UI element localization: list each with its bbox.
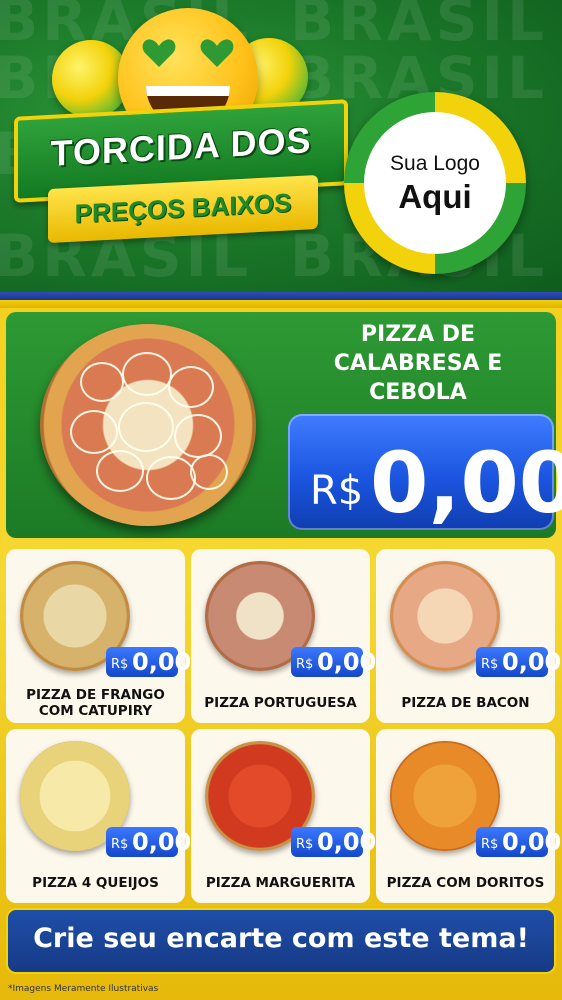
product-name: PIZZA PORTUGUESA <box>204 695 357 711</box>
cta-banner[interactable]: Crie seu encarte com este tema! <box>6 908 556 974</box>
price-value: 0,00 <box>132 648 192 676</box>
featured-product[interactable]: PIZZA DE CALABRESA E CEBOLA R$ 0,00 <box>6 312 562 538</box>
disclaimer-text: *Imagens Meramente Ilustrativas <box>8 984 159 994</box>
currency-symbol: R$ <box>296 657 314 672</box>
product-card-marguerita[interactable]: R$ 0,00 PIZZA MARGUERITA <box>191 729 376 903</box>
product-name: PIZZA DE FRANGO COM CATUPIRY <box>26 687 165 719</box>
cta-text: Crie seu encarte com este tema! <box>33 923 529 954</box>
heart-icon <box>200 39 234 67</box>
price-tag: R$ 0,00 <box>476 647 561 677</box>
product-card-bacon[interactable]: R$ 0,00 PIZZA DE BACON <box>376 549 561 723</box>
featured-price-tag: R$ 0,00 <box>288 414 562 532</box>
product-name: PIZZA COM DORITOS <box>386 875 545 891</box>
logo-placeholder[interactable]: Sua Logo Aqui <box>344 92 526 274</box>
currency-symbol: R$ <box>481 837 499 852</box>
product-name: PIZZA MARGUERITA <box>205 875 356 891</box>
featured-product-name: PIZZA DE CALABRESA E CEBOLA <box>333 322 503 405</box>
price-value: 0,00 <box>317 828 377 856</box>
currency-symbol: R$ <box>481 657 499 672</box>
product-card-frango[interactable]: R$ 0,00 PIZZA DE FRANGO COM CATUPIRY <box>6 549 191 723</box>
calabresa-pizza-image <box>40 324 256 526</box>
heart-icon <box>142 39 176 67</box>
product-card-portuguesa[interactable]: R$ 0,00 PIZZA PORTUGUESA <box>191 549 376 723</box>
currency-symbol: R$ <box>296 837 314 852</box>
price-tag: R$ 0,00 <box>291 827 376 857</box>
product-name: PIZZA DE BACON <box>401 695 530 711</box>
product-name: PIZZA 4 QUEIJOS <box>32 875 159 891</box>
currency-symbol: R$ <box>111 657 129 672</box>
price-value: 0,00 <box>502 828 562 856</box>
header-banner: BRASIL BRASIL BRASIL BRASIL BRASIL BRASI… <box>0 0 562 292</box>
price-tag: R$ 0,00 <box>476 827 561 857</box>
title-line-1: TORCIDA DOS <box>50 119 312 174</box>
currency-symbol: R$ <box>111 837 129 852</box>
logo-text-line1: Sua Logo <box>390 152 480 175</box>
currency-symbol: R$ <box>310 468 364 514</box>
logo-text-line2: Aqui <box>398 178 472 215</box>
title-line-2: PREÇOS BAIXOS <box>74 187 292 229</box>
logo-circle: Sua Logo Aqui <box>364 112 506 254</box>
price-value: 0,00 <box>317 648 377 676</box>
price-tag: R$ 0,00 <box>106 647 191 677</box>
price-value: 0,00 <box>370 434 562 532</box>
price-tag: R$ 0,00 <box>291 647 376 677</box>
divider-stripe <box>0 292 562 308</box>
price-tag: R$ 0,00 <box>106 827 191 857</box>
product-card-4-queijos[interactable]: R$ 0,00 PIZZA 4 QUEIJOS <box>6 729 191 903</box>
price-value: 0,00 <box>502 648 562 676</box>
price-value: 0,00 <box>132 828 192 856</box>
product-card-doritos[interactable]: R$ 0,00 PIZZA COM DORITOS <box>376 729 561 903</box>
